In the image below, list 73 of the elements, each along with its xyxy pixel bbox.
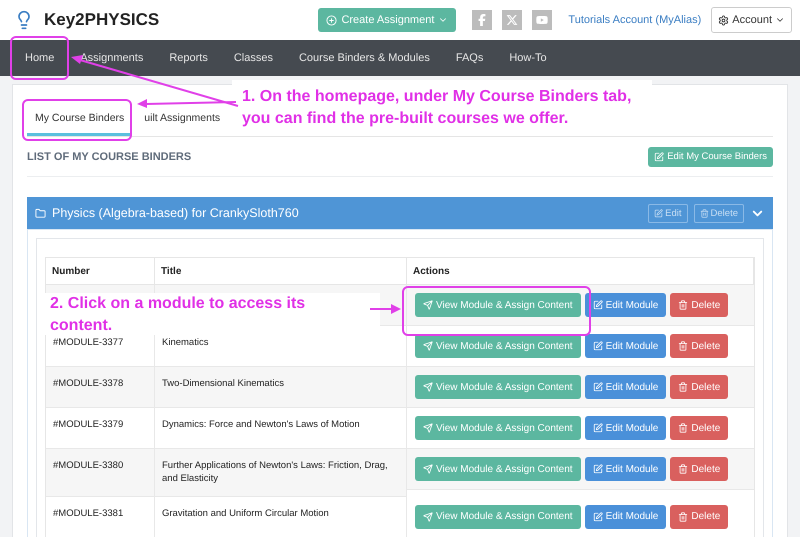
table-cell: #MODULE-3378	[46, 367, 155, 408]
table-cell: Dynamics: Force and Newton's Laws of Motion	[155, 408, 407, 449]
delete-button[interactable]: Delete	[670, 457, 728, 481]
x-icon[interactable]	[502, 10, 522, 30]
trash-icon	[678, 341, 688, 351]
table-cell: #MODULE-3380	[46, 449, 155, 497]
delete-button[interactable]: Delete	[670, 375, 728, 399]
trash-icon	[678, 512, 688, 522]
table-cell: Gravitation and Uniform Circular Motion	[155, 496, 407, 537]
nav-item[interactable]: Home	[12, 52, 68, 64]
edit-icon	[592, 512, 603, 522]
facebook-icon[interactable]	[472, 10, 492, 30]
nav-item[interactable]: Classes	[220, 52, 286, 64]
trash-icon	[700, 208, 709, 218]
table-cell: Further Applications of Newton's Laws: Friction, Drag, and Elasticity	[155, 449, 407, 497]
folder-icon	[35, 208, 46, 218]
trash-icon	[678, 423, 688, 433]
nav-item[interactable]: Assignments	[67, 52, 156, 64]
send-icon	[423, 300, 433, 310]
view-module-button[interactable]: View Module & Assign Content	[415, 416, 581, 440]
edit-module-button[interactable]: Edit Module	[584, 416, 666, 440]
plus-icon	[326, 14, 338, 26]
nav-item[interactable]: How-To	[496, 52, 560, 64]
edit-binders-button[interactable]: Edit My Course Binders	[648, 146, 773, 166]
nav-item[interactable]: Reports	[156, 52, 221, 64]
logo: Key2PHYSICS	[44, 10, 160, 30]
edit-module-button[interactable]: Edit Module	[584, 293, 666, 317]
tab[interactable]: uilt Assignments	[136, 112, 228, 136]
edit-icon	[654, 152, 664, 162]
delete-button[interactable]: Delete	[670, 334, 728, 358]
edit-icon	[592, 382, 603, 392]
send-icon	[423, 341, 433, 351]
binder-edit-button[interactable]: Edit	[648, 204, 688, 222]
arrow	[370, 304, 401, 314]
edit-icon	[592, 341, 603, 351]
settings-icon	[718, 14, 730, 26]
delete-button[interactable]: Delete	[670, 416, 728, 440]
trash-icon	[678, 464, 688, 474]
binder-title: Physics (Algebra-based) for CrankySloth760	[52, 206, 300, 220]
view-module-button[interactable]: View Module & Assign Content	[415, 504, 581, 529]
table-cell: Two-Dimensional Kinematics	[155, 367, 407, 408]
delete-button[interactable]: Delete	[670, 504, 728, 529]
edit-icon	[592, 300, 603, 310]
binder-delete-button[interactable]: Delete	[694, 204, 744, 222]
create-assignment-button[interactable]: Create Assignment	[318, 8, 456, 32]
edit-icon	[654, 208, 664, 218]
view-module-button[interactable]: View Module & Assign Content	[415, 334, 581, 358]
tab[interactable]: My Course Binders	[27, 112, 132, 136]
delete-button[interactable]: Delete	[670, 293, 728, 317]
youtube-icon[interactable]	[532, 10, 552, 30]
send-icon	[423, 512, 433, 522]
table-cell: #MODULE-3379	[46, 408, 155, 449]
edit-icon	[592, 423, 603, 433]
table-cell: #MODULE-3381	[46, 496, 155, 537]
edit-module-button[interactable]: Edit Module	[584, 334, 666, 358]
send-icon	[423, 382, 433, 392]
view-module-button[interactable]: View Module & Assign Content	[415, 457, 581, 481]
send-icon	[423, 423, 433, 433]
view-module-button[interactable]: View Module & Assign Content	[415, 293, 581, 317]
trash-icon	[678, 382, 688, 392]
edit-module-button[interactable]: Edit Module	[584, 504, 666, 529]
edit-module-button[interactable]: Edit Module	[584, 375, 666, 399]
nav-item[interactable]: Course Binders & Modules	[286, 52, 443, 64]
account-menu-button[interactable]: Account	[711, 7, 792, 33]
edit-icon	[592, 464, 603, 474]
send-icon	[423, 464, 433, 474]
edit-module-button[interactable]: Edit Module	[584, 457, 666, 481]
trash-icon	[678, 300, 688, 310]
view-module-button[interactable]: View Module & Assign Content	[415, 375, 581, 399]
nav-item[interactable]: FAQs	[442, 52, 496, 64]
section-title: LIST OF MY COURSE BINDERS	[27, 150, 192, 162]
account-link[interactable]: Tutorials Account (MyAlias)	[568, 14, 702, 26]
highlight-frame	[10, 36, 69, 80]
